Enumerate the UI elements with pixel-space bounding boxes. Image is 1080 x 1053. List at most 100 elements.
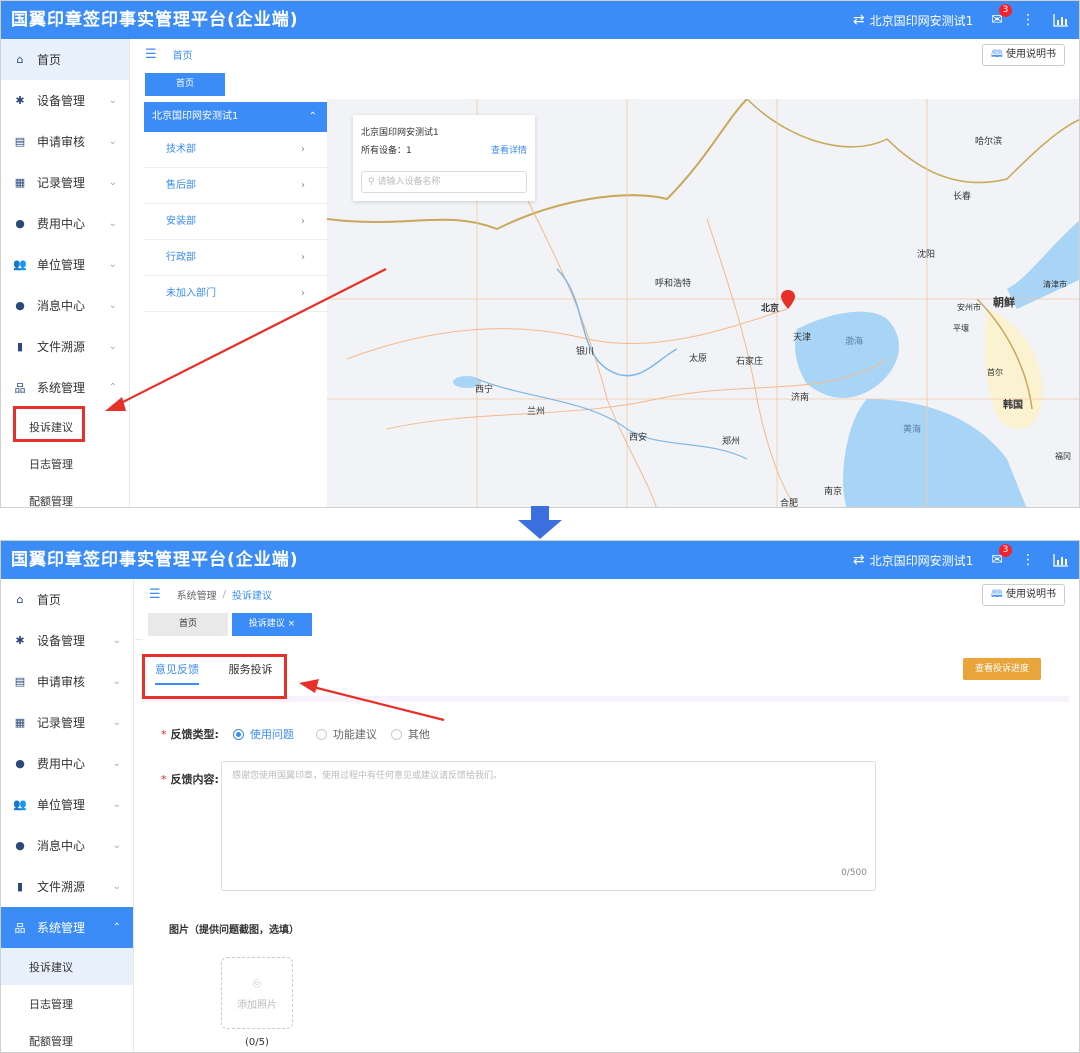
sidebar-item-trace[interactable]: ▮ 文件溯源 ⌄: [1, 866, 133, 907]
chevron-right-icon: ›: [301, 216, 305, 227]
sidebar-item-home[interactable]: ⌂ 首页: [1, 579, 133, 620]
feedback-content-textarea[interactable]: 感谢您使用国翼印章，使用过程中有任何意见或建议请反馈给我们。 0/500: [221, 761, 876, 891]
book-icon: ▮: [16, 340, 24, 353]
map-label: 首尔: [987, 368, 1003, 377]
users-icon: 👥: [13, 798, 27, 811]
sidebar-item-label: 首页: [37, 53, 62, 67]
sidebar-item-devices[interactable]: ✱ 设备管理 ⌄: [1, 80, 129, 121]
add-photo-button[interactable]: ⌾ 添加照片: [221, 957, 293, 1029]
account-name: 北京国印网安测试1: [869, 553, 974, 568]
map-label: 西安: [629, 433, 648, 443]
sidebar-sub-quota[interactable]: 配额管理: [1, 1022, 133, 1052]
more-menu-button[interactable]: ⋮: [1021, 12, 1035, 28]
mail-button[interactable]: ✉ 3: [991, 4, 1012, 28]
map-label: 兰州: [527, 407, 546, 417]
sidebar-item-devices[interactable]: ✱ 设备管理 ⌄: [1, 620, 133, 661]
department-label: 未加入部门: [166, 288, 216, 299]
switch-account-button[interactable]: ⇄ 北京国印网安测试1: [853, 12, 973, 29]
department-label: 行政部: [166, 252, 196, 263]
department-label: 安装部: [166, 216, 196, 227]
sidebar-item-label: 申请审核: [37, 675, 86, 689]
sidebar-item-label: 单位管理: [37, 798, 86, 812]
sidebar-item-records[interactable]: ▦ 记录管理 ⌄: [1, 702, 133, 743]
tab-home[interactable]: 首页: [145, 73, 225, 96]
top-bar: 国翼印章签印事实管理平台(企业端) ⇄ 北京国印网安测试1 ✉ 3 ⋮: [1, 1, 1079, 39]
manual-button[interactable]: 🕮 使用说明书: [982, 44, 1065, 66]
breadcrumb: ☰ 首页 🕮 使用说明书: [131, 39, 1079, 69]
feedback-type-label: 反馈类型:: [170, 728, 219, 741]
sidebar-item-messages[interactable]: ● 消息中心 ⌄: [1, 825, 133, 866]
view-complaint-progress-button[interactable]: 查看投诉进度: [962, 658, 1041, 680]
feedback-type-row: * 反馈类型: 使用问题 功能建议 其他: [161, 726, 430, 742]
sidebar-item-label: 单位管理: [37, 258, 86, 272]
chevron-up-icon: ⌃: [108, 382, 117, 393]
sidebar-sub-quota[interactable]: 配额管理: [1, 482, 129, 508]
close-icon[interactable]: ×: [288, 619, 296, 629]
sidebar-item-billing[interactable]: ● 费用中心 ⌄: [1, 743, 133, 784]
radio-usage-issue[interactable]: [232, 728, 244, 740]
sidebar-item-records[interactable]: ▦ 记录管理 ⌄: [1, 162, 129, 203]
card-title: 北京国印网安测试1: [361, 128, 439, 138]
sidebar-sub-logs[interactable]: 日志管理: [1, 445, 129, 482]
chevron-down-icon: ⌄: [108, 177, 117, 188]
manual-button[interactable]: 🕮 使用说明书: [982, 584, 1065, 606]
sidebar-item-label: 文件溯源: [37, 340, 86, 354]
department-item[interactable]: 行政部 ›: [144, 240, 327, 276]
department-item[interactable]: 技术部 ›: [144, 132, 327, 168]
location-pin-icon[interactable]: [780, 290, 796, 310]
gear-icon: ✱: [15, 634, 25, 647]
sidebar-item-review[interactable]: ▤ 申请审核 ⌄: [1, 661, 133, 702]
tab-home[interactable]: 首页: [148, 613, 228, 636]
required-mark: *: [161, 727, 167, 741]
department-label: 售后部: [166, 180, 196, 191]
menu-toggle-icon[interactable]: ☰: [145, 47, 157, 62]
transition-arrow-icon: [518, 506, 562, 539]
screenshot-feedback-view: 国翼印章签印事实管理平台(企业端) ⇄ 北京国印网安测试1 ✉ 3 ⋮ ⌂ 首页 …: [0, 540, 1080, 1053]
annotation-highlight-sidebar: [13, 406, 85, 442]
camera-icon: ⌾: [252, 976, 262, 992]
sidebar-item-home[interactable]: ⌂ 首页: [1, 39, 129, 80]
stats-button[interactable]: [1053, 13, 1069, 27]
required-mark: *: [161, 772, 167, 786]
mail-button[interactable]: ✉ 3: [991, 544, 1012, 568]
map-label: 天津: [793, 333, 812, 343]
menu-toggle-icon[interactable]: ☰: [149, 587, 161, 602]
radio-feature-suggestion[interactable]: [315, 728, 327, 740]
sidebar-item-trace[interactable]: ▮ 文件溯源 ⌄: [1, 326, 129, 367]
department-item[interactable]: 未加入部门 ›: [144, 276, 327, 312]
breadcrumb-root[interactable]: 系统管理: [177, 587, 217, 602]
department-item[interactable]: 安装部 ›: [144, 204, 327, 240]
sidebar-sub-logs[interactable]: 日志管理: [1, 985, 133, 1022]
device-search-input[interactable]: ⚲ 请输入设备名称: [361, 171, 527, 193]
sidebar-item-label: 系统管理: [37, 921, 86, 935]
device-count: 所有设备：1: [361, 143, 412, 156]
sidebar-item-system[interactable]: 品系统管理 ⌃: [1, 907, 133, 948]
chevron-down-icon: ⌄: [108, 95, 117, 106]
textarea-placeholder: 感谢您使用国翼印章，使用过程中有任何意见或建议请反馈给我们。: [232, 771, 503, 781]
breadcrumb-home[interactable]: 首页: [173, 47, 193, 62]
map-label: 安州市: [957, 303, 981, 312]
tab-complaints[interactable]: 投诉建议 ×: [232, 613, 312, 636]
manual-label: 使用说明书: [1006, 49, 1056, 60]
department-header[interactable]: 北京国印网安测试1 ⌃: [144, 102, 327, 132]
breadcrumb: ☰ 系统管理 / 投诉建议 🕮 使用说明书: [135, 579, 1079, 609]
sidebar-sub-complaints[interactable]: 投诉建议: [1, 948, 133, 985]
document-icon: ▤: [14, 675, 26, 688]
top-bar: 国翼印章签印事实管理平台(企业端) ⇄ 北京国印网安测试1 ✉ 3 ⋮: [1, 541, 1079, 579]
department-item[interactable]: 售后部 ›: [144, 168, 327, 204]
sidebar-item-messages[interactable]: ● 消息中心 ⌄: [1, 285, 129, 326]
sidebar-item-review[interactable]: ▤ 申请审核 ⌄: [1, 121, 129, 162]
sidebar: ⌂ 首页 ✱ 设备管理 ⌄ ▤ 申请审核 ⌄ ▦ 记录管理 ⌄ ● 费用中心 ⌄ 👥 单位管理 ⌄ ●…: [1, 579, 134, 1052]
radio-other[interactable]: [390, 728, 402, 740]
sidebar-item-label: 申请审核: [37, 135, 86, 149]
sidebar-item-billing[interactable]: ● 费用中心 ⌄: [1, 203, 129, 244]
stats-button[interactable]: [1053, 553, 1069, 567]
view-details-link[interactable]: 查看详情: [491, 143, 527, 156]
sidebar-item-units[interactable]: 👥 单位管理 ⌄: [1, 244, 129, 285]
switch-account-button[interactable]: ⇄ 北京国印网安测试1: [853, 552, 973, 569]
more-menu-button[interactable]: ⋮: [1021, 552, 1035, 568]
sidebar-item-system[interactable]: 品系统管理 ⌃: [1, 367, 129, 408]
sidebar-item-units[interactable]: 👥 单位管理 ⌄: [1, 784, 133, 825]
chevron-down-icon: ⌄: [112, 881, 121, 892]
map-label: 哈尔滨: [975, 137, 1003, 147]
